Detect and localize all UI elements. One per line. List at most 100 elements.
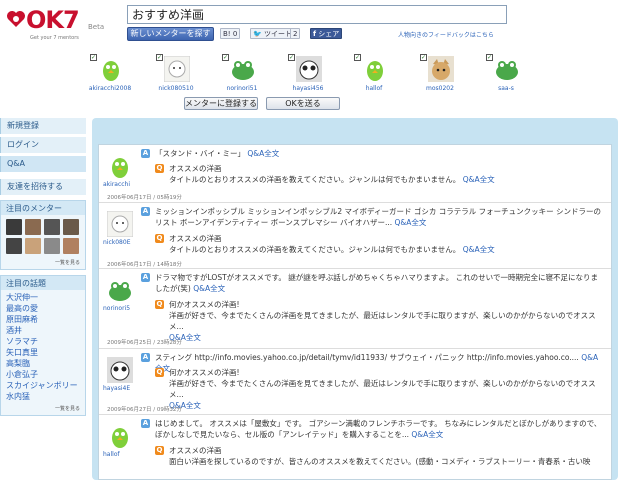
post-username[interactable]: nick080E — [103, 239, 139, 246]
tweet-label: ツイート — [263, 30, 292, 38]
mentor-item[interactable]: ✓ nick080510 — [154, 52, 198, 96]
find-mentor-button[interactable]: 新しいメンターを探す — [127, 27, 214, 41]
mentor-checkbox[interactable]: ✓ — [222, 54, 229, 61]
panda-avatar-icon — [296, 56, 322, 82]
logo[interactable]: OK7 Beta Get your 7 mentors — [6, 6, 106, 42]
post-date: 2006年06月17日 / 14時18分 — [107, 262, 182, 268]
frog-avatar-icon — [232, 61, 254, 80]
mentor-checkbox[interactable]: ✓ — [486, 54, 493, 61]
mentor-item[interactable]: ✓ hallof — [352, 52, 396, 96]
mentor-photo[interactable] — [63, 219, 79, 235]
question-icon: Q — [155, 164, 164, 173]
question-full-link[interactable]: Q&A全文 — [463, 245, 495, 254]
bird-avatar-icon — [367, 61, 383, 81]
sheep-avatar-icon — [107, 211, 133, 237]
topic-link[interactable]: スカイジャンボリー — [6, 380, 80, 391]
topic-list: 大沢伸一 最高の愛 原田麻希 酒井 ソラマチ 矢口真里 高梨臨 小倉弘子 スカイ… — [1, 290, 85, 404]
mentor-name[interactable]: hayasi456 — [282, 85, 334, 92]
post-username[interactable]: akiracchi — [103, 181, 139, 188]
topic-link[interactable]: 矢口真里 — [6, 347, 80, 358]
question-full-link[interactable]: Q&A全文 — [463, 175, 495, 184]
topic-link[interactable]: 最高の愛 — [6, 303, 80, 314]
mentor-photo[interactable] — [44, 238, 60, 254]
hatena-icon: B! — [223, 30, 231, 38]
answer-full-link[interactable]: Q&A全文 — [395, 218, 427, 227]
beta-label: Beta — [88, 23, 105, 31]
sidebar-item-qa[interactable]: Q&A — [0, 156, 86, 172]
mentor-name[interactable]: akiracchi2008 — [84, 85, 136, 92]
tweet-count: 2 — [290, 28, 301, 39]
send-ok-button[interactable]: OKを送る — [266, 97, 340, 110]
facebook-share-button[interactable]: f シェア — [310, 28, 343, 39]
facebook-share-label: シェア — [318, 30, 340, 38]
sidebar-item-signup[interactable]: 新規登録 — [0, 118, 86, 134]
qa-post: norinori5 A ドラマ物ですがLOSTがオススメです。 謎が謎を呼ぶ話し… — [99, 269, 611, 349]
question-body: タイトルのとおりオススメの洋画を教えてください。ジャンルは何でもかまいません。 … — [169, 175, 495, 184]
search-input[interactable] — [127, 5, 507, 24]
mentor-name[interactable]: nick080510 — [150, 85, 202, 92]
answer-text: はじめまして。 オススメは「屋敷女」です。 ゴアシーン満載のフレンチホラーです。… — [155, 419, 602, 439]
question-body: タイトルのとおりオススメの洋画を教えてください。ジャンルは何でもかまいません。 … — [169, 245, 495, 254]
mentor-photo[interactable] — [63, 238, 79, 254]
mentor-photo[interactable] — [44, 219, 60, 235]
mentor-name[interactable]: norinori51 — [216, 85, 268, 92]
sidebar-item-login[interactable]: ログイン — [0, 137, 86, 153]
question-title[interactable]: 何かオススメの洋画! — [169, 367, 240, 378]
mentor-item[interactable]: ✓ norinori51 — [220, 52, 264, 96]
topic-link[interactable]: ソラマチ — [6, 336, 80, 347]
topic-link[interactable]: 大沢伸一 — [6, 292, 80, 303]
post-username[interactable]: hallof — [103, 451, 139, 458]
question-icon: Q — [155, 368, 164, 377]
mentor-list: ✓ akiracchi2008 ✓ nick080510 ✓ norinori5… — [88, 52, 528, 96]
question-icon: Q — [155, 446, 164, 455]
answer-full-link[interactable]: Q&A全文 — [411, 430, 443, 439]
mentor-item[interactable]: ✓ akiracchi2008 — [88, 52, 132, 96]
mentor-checkbox[interactable]: ✓ — [420, 54, 427, 61]
mentor-photo[interactable] — [25, 219, 41, 235]
feedback-link[interactable]: 人物向きのフィードバックはこちら — [398, 30, 494, 39]
mentor-photo[interactable] — [6, 238, 22, 254]
post-date: 2009年06月27日 / 09時32分 — [107, 407, 182, 413]
mentor-item[interactable]: ✓ hayasi456 — [286, 52, 330, 96]
topics-more-link[interactable]: 一覧を見る — [1, 404, 85, 415]
question-body: 洋画が好きで、今までたくさんの洋画を見てきましたが、最近はレンタルで手に取ります… — [169, 379, 596, 410]
hatena-bookmark-button[interactable]: B! 0 — [220, 28, 241, 39]
mentor-name[interactable]: mos0202 — [414, 85, 466, 92]
featured-mentors-more-link[interactable]: 一覧を見る — [1, 258, 85, 269]
post-username[interactable]: norinori5 — [103, 305, 139, 312]
answer-text: ドラマ物ですがLOSTがオススメです。 謎が謎を呼ぶ話しがめちゃくちゃハマります… — [155, 273, 598, 293]
answer-icon: A — [141, 353, 150, 362]
mentor-name[interactable]: saa-s — [480, 85, 532, 92]
featured-mentors-box: 注目のメンター 一覧を見る — [0, 200, 86, 270]
topic-link[interactable]: 水内猛 — [6, 391, 80, 402]
mentor-item[interactable]: ✓ mos0202 — [418, 52, 462, 96]
answer-full-link[interactable]: Q&A全文 — [247, 149, 279, 158]
register-mentor-button[interactable]: メンターに登録する — [184, 97, 258, 110]
post-username[interactable]: hayasi4E — [103, 385, 139, 392]
mentor-name[interactable]: hallof — [348, 85, 400, 92]
topic-link[interactable]: 原田麻希 — [6, 314, 80, 325]
question-title[interactable]: オススメの洋画 — [169, 445, 222, 456]
qa-post: nick080E A ミッションインポッシブル ミッションインポッシブル2 マイ… — [99, 203, 611, 269]
tweet-button[interactable]: 🐦 ツイート — [250, 28, 295, 39]
mentor-checkbox[interactable]: ✓ — [288, 54, 295, 61]
answer-icon: A — [141, 419, 150, 428]
mentor-photo[interactable] — [25, 238, 41, 254]
topic-link[interactable]: 酒井 — [6, 325, 80, 336]
question-title[interactable]: オススメの洋画 — [169, 233, 222, 244]
sidebar-item-invite[interactable]: 友達を招待する — [0, 179, 86, 195]
question-title[interactable]: 何かオススメの洋画! — [169, 299, 240, 310]
mentor-checkbox[interactable]: ✓ — [90, 54, 97, 61]
topic-link[interactable]: 高梨臨 — [6, 358, 80, 369]
answer-full-link[interactable]: Q&A全文 — [193, 284, 225, 293]
mentor-checkbox[interactable]: ✓ — [156, 54, 163, 61]
hatena-count: 0 — [232, 30, 238, 38]
mentor-checkbox[interactable]: ✓ — [354, 54, 361, 61]
mentor-item[interactable]: ✓ saa-s — [484, 52, 528, 96]
post-date: 2009年06月25日 / 23時28分 — [107, 340, 182, 346]
question-icon: Q — [155, 234, 164, 243]
header: OK7 Beta Get your 7 mentors 新しいメンターを探す B… — [0, 0, 622, 50]
mentor-photo[interactable] — [6, 219, 22, 235]
question-title[interactable]: オススメの洋画 — [169, 163, 222, 174]
topic-link[interactable]: 小倉弘子 — [6, 369, 80, 380]
